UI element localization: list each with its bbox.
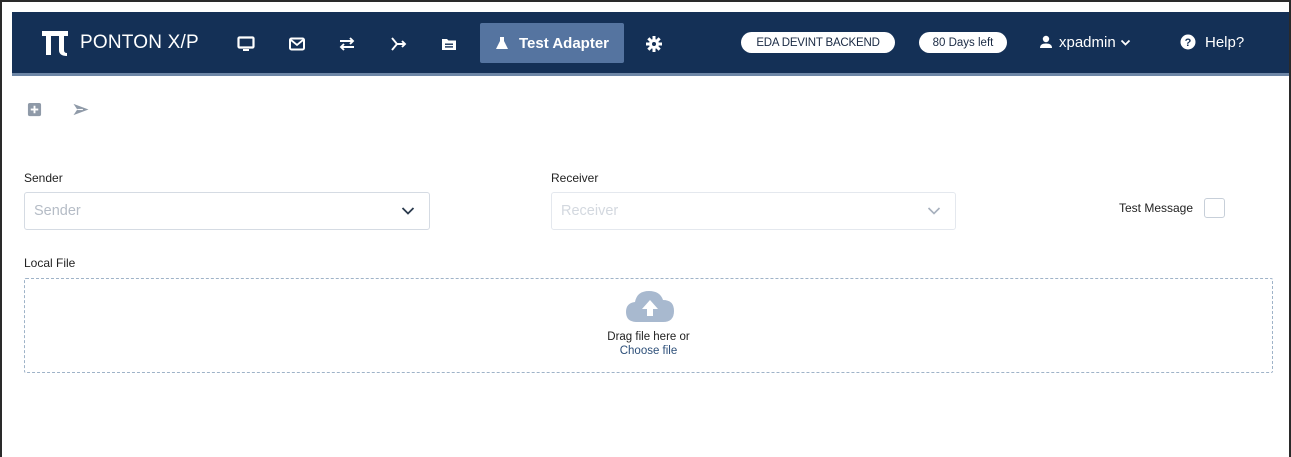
sender-select[interactable]: Sender [24,192,430,230]
help-icon: ? [1180,34,1196,50]
chevron-down-icon [927,207,941,215]
license-badge: 80 Days left [919,32,1007,53]
receiver-select[interactable]: Receiver [551,192,956,230]
receiver-label: Receiver [551,171,599,185]
help-label: Help? [1205,33,1245,51]
add-message-button[interactable] [24,99,44,119]
brand-name: PONTON X/P [80,31,199,53]
test-message-field: Test Message [1119,198,1226,218]
file-dropzone[interactable]: Drag file here or Choose file [24,278,1273,373]
nav-transfer-button[interactable] [334,31,360,57]
flask-icon [495,37,508,49]
drop-instructions: Drag file here or [607,331,690,343]
chevron-down-icon [1120,39,1130,46]
folder-icon [442,39,456,50]
nav-route-button[interactable] [385,31,411,57]
nav-monitor-button[interactable] [233,31,259,57]
send-icon [73,103,89,115]
monitor-icon [237,36,255,51]
sender-label: Sender [24,171,63,185]
help-button[interactable]: ? Help? [1180,29,1244,55]
user-menu[interactable]: xpadmin [1039,29,1131,55]
local-file-label: Local File [24,256,76,270]
add-square-icon [27,102,41,116]
cloud-upload-icon [626,291,674,322]
choose-file-link[interactable]: Choose file [25,345,1272,357]
chevron-down-icon [401,207,415,215]
transfer-icon [339,37,355,51]
environment-badge: EDA DEVINT BACKEND [741,32,895,53]
test-message-label: Test Message [1119,201,1194,215]
route-icon [391,37,407,51]
user-icon [1040,35,1052,48]
tab-test-adapter[interactable]: Test Adapter [480,23,624,63]
brand[interactable]: PONTON X/P [40,12,199,73]
svg-text:?: ? [1185,37,1192,49]
top-navbar: PONTON X/P Test Adapter EDA DEVINT BACKE… [12,12,1289,76]
pi-logo-icon [42,30,68,56]
tab-test-adapter-label: Test Adapter [518,34,609,52]
send-button[interactable] [71,99,91,119]
receiver-placeholder: Receiver [561,203,619,219]
gear-icon [646,36,662,52]
nav-settings-button[interactable] [641,31,667,57]
nav-mail-button[interactable] [284,31,310,57]
test-message-checkbox[interactable] [1204,198,1226,218]
user-name: xpadmin [1059,33,1116,51]
sender-placeholder: Sender [34,203,81,219]
mail-icon [289,37,305,51]
nav-folder-button[interactable] [436,31,462,57]
